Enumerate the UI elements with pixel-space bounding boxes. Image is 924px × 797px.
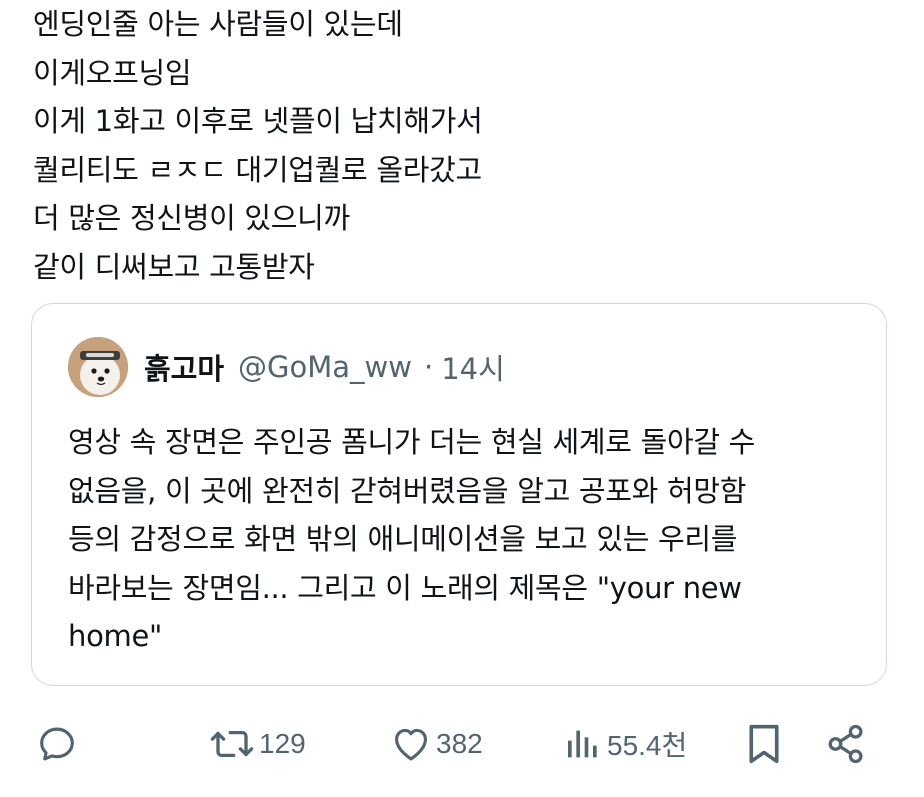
tweet-line: 퀄리티도 ㄹㅈㄷ 대기업퀄로 올라갔고 — [33, 152, 482, 187]
share-icon — [828, 724, 863, 764]
retweet-count: 129 — [259, 728, 306, 759]
quoted-line: home" — [68, 619, 163, 653]
quoted-timestamp[interactable]: 14시 — [441, 346, 505, 388]
tweet-line: 엔딩인줄 아는 사람들이 있는데 — [33, 7, 403, 41]
quoted-display-name[interactable]: 흙고마 — [144, 346, 224, 388]
views-count: 55.4천 — [607, 730, 688, 761]
analytics-icon — [568, 730, 597, 758]
quoted-line: 영상 속 장면은 주인공 폼니가 더는 현실 세계로 돌아갈 수 — [68, 425, 756, 459]
retweet-button[interactable]: 129 — [209, 716, 306, 772]
quoted-tweet-card[interactable]: 흙고마 @GoMa_ww · 14시 영상 속 장면은 주인공 폼니가 더는 현… — [31, 303, 887, 686]
heart-icon — [394, 728, 428, 761]
separator-dot: · — [424, 350, 434, 384]
quoted-line: 등의 감정으로 화면 밖의 애니메이션을 보고 있는 우리를 — [68, 522, 738, 556]
quoted-line: 없음을, 이 곳에 완전히 갇혀버렸음을 알고 공포와 허망함 — [68, 473, 747, 508]
views-button[interactable]: 55.4천 — [563, 716, 687, 772]
reply-button[interactable] — [36, 716, 78, 772]
tweet-line: 같이 디써보고 고통받자 — [33, 249, 315, 284]
reply-icon — [40, 727, 74, 761]
tweet-line: 이게오프닝임 — [33, 55, 192, 90]
bookmark-button[interactable] — [744, 716, 784, 772]
quoted-handle[interactable]: @GoMa_ww — [238, 350, 412, 384]
bookmark-icon — [749, 724, 779, 764]
like-button[interactable]: 382 — [390, 716, 483, 772]
tweet-line: 더 많은 정신병이 있으니까 — [33, 201, 350, 235]
retweet-icon — [210, 730, 254, 758]
dog-avatar-icon — [68, 337, 128, 397]
avatar[interactable] — [68, 337, 128, 397]
tweet-action-bar: 129 382 55.4천 — [0, 716, 924, 772]
tweet-text: 엔딩인줄 아는 사람들이 있는데 이게오프닝임 이게 1화고 이후로 넷플이 납… — [33, 0, 893, 291]
quoted-line: 바라보는 장면임... 그리고 이 노래의 제목은 "your new — [68, 570, 742, 605]
quoted-tweet-header: 흙고마 @GoMa_ww · 14시 — [68, 336, 505, 398]
like-count: 382 — [436, 728, 483, 759]
quoted-tweet-text: 영상 속 장면은 주인공 폼니가 더는 현실 세계로 돌아갈 수 없음을, 이 … — [68, 418, 858, 661]
share-button[interactable] — [825, 716, 867, 772]
tweet-line: 이게 1화고 이후로 넷플이 납치해가서 — [33, 104, 483, 138]
